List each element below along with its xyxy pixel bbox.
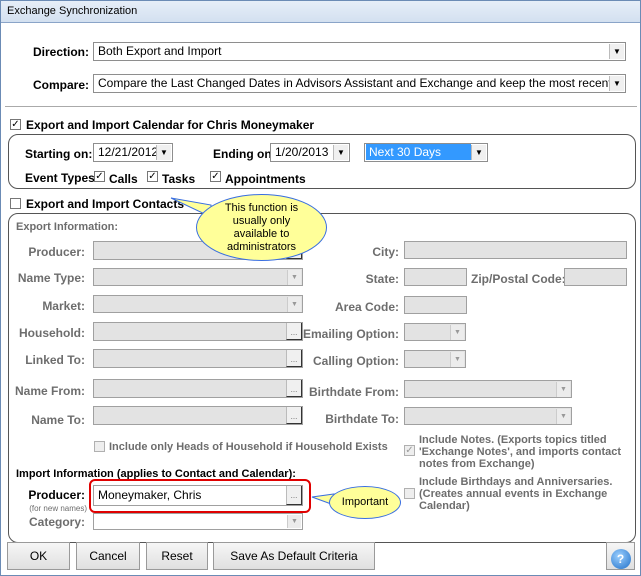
emailing-option-select: ▼: [404, 323, 466, 341]
name-from-field: ...: [93, 379, 303, 398]
market-label: Market:: [42, 299, 85, 313]
chevron-down-icon[interactable]: ▼: [609, 44, 624, 59]
name-to-field: ...: [93, 406, 303, 425]
market-select: ▼: [93, 295, 303, 313]
admin-callout: This function is usually only available …: [196, 194, 327, 261]
state-label: State:: [365, 272, 399, 286]
range-value: Next 30 Days: [366, 144, 471, 160]
calendar-checkbox-label: Export and Import Calendar for Chris Mon…: [26, 118, 315, 132]
ending-value: 1/20/2013: [275, 145, 329, 159]
browse-button[interactable]: ...: [286, 486, 302, 505]
calendar-checkbox[interactable]: ✓: [10, 119, 21, 130]
chevron-down-icon[interactable]: ▼: [471, 145, 486, 160]
chevron-down-icon[interactable]: ▼: [156, 145, 171, 160]
calling-option-label: Calling Option:: [313, 354, 399, 368]
compare-label: Compare:: [32, 78, 89, 92]
birthdate-to-label: Birthdate To:: [325, 412, 399, 426]
for-new-names-note: (for new names): [29, 504, 87, 513]
category-select[interactable]: ▼: [93, 513, 303, 530]
cancel-button[interactable]: Cancel: [76, 542, 140, 570]
starting-value: 12/21/2012: [98, 145, 159, 159]
event-types-label: Event Types:: [25, 171, 99, 185]
chevron-down-icon[interactable]: ▼: [609, 76, 624, 91]
birthdate-to-select: ▼: [404, 407, 572, 425]
chevron-down-icon: ▼: [287, 297, 301, 312]
include-birthdays-checkbox: [404, 488, 415, 499]
reset-button[interactable]: Reset: [146, 542, 208, 570]
import-producer-label: Producer:: [28, 488, 85, 502]
zip-label: Zip/Postal Code:: [471, 272, 566, 286]
contacts-checkbox[interactable]: [10, 198, 21, 209]
name-to-label: Name To:: [31, 413, 85, 427]
chevron-down-icon: ▼: [450, 325, 464, 340]
help-button[interactable]: ?: [606, 542, 635, 570]
save-default-button[interactable]: Save As Default Criteria: [213, 542, 375, 570]
birthdate-from-label: Birthdate From:: [309, 385, 399, 399]
import-producer-field[interactable]: Moneymaker, Chris...: [93, 485, 303, 506]
linked-to-label: Linked To:: [25, 353, 85, 367]
direction-label: Direction:: [32, 45, 89, 59]
heads-of-household-checkbox: [94, 441, 105, 452]
compare-value: Compare the Last Changed Dates in Adviso…: [98, 76, 612, 90]
help-icon: ?: [610, 549, 631, 569]
calls-label: Calls: [109, 172, 138, 186]
exchange-sync-dialog: Exchange Synchronization Direction: Both…: [0, 0, 641, 576]
tasks-label: Tasks: [162, 172, 196, 186]
direction-select[interactable]: Both Export and Import ▼: [93, 42, 626, 61]
area-code-label: Area Code:: [334, 300, 399, 314]
chevron-down-icon: ▼: [450, 352, 464, 367]
import-producer-value: Moneymaker, Chris: [98, 488, 202, 502]
appointments-checkbox[interactable]: ✓: [210, 171, 221, 182]
title-bar: Exchange Synchronization: [1, 1, 640, 23]
browse-icon: ...: [286, 380, 302, 397]
chevron-down-icon: ▼: [287, 270, 301, 285]
range-select[interactable]: Next 30 Days ▼: [364, 143, 488, 162]
browse-icon: ...: [286, 350, 302, 367]
calling-option-select: ▼: [404, 350, 466, 368]
producer-label: Producer:: [28, 245, 85, 259]
state-field: [404, 268, 467, 286]
compare-select[interactable]: Compare the Last Changed Dates in Adviso…: [93, 74, 626, 93]
zip-field: [564, 268, 627, 286]
name-type-label: Name Type:: [17, 271, 85, 285]
name-type-select: ▼: [93, 268, 303, 286]
household-label: Household:: [19, 326, 85, 340]
birthdate-from-select: ▼: [404, 380, 572, 398]
chevron-down-icon[interactable]: ▼: [287, 515, 301, 528]
contacts-checkbox-label: Export and Import Contacts: [26, 197, 185, 211]
export-info-heading: Export Information:: [16, 221, 119, 233]
starting-label: Starting on:: [25, 147, 93, 161]
ending-date[interactable]: 1/20/2013 ▼: [270, 143, 350, 162]
emailing-option-label: Emailing Option:: [303, 327, 399, 341]
starting-date[interactable]: 12/21/2012 ▼: [93, 143, 173, 162]
include-birthdays-label: Include Birthdays and Anniversaries. (Cr…: [419, 476, 613, 512]
appointments-label: Appointments: [225, 172, 306, 186]
chevron-down-icon: ▼: [556, 409, 570, 424]
chevron-down-icon: ▼: [556, 382, 570, 397]
name-from-label: Name From:: [14, 384, 85, 398]
city-label: City:: [372, 245, 399, 259]
separator: [5, 106, 637, 107]
household-field: ...: [93, 322, 303, 341]
chevron-down-icon[interactable]: ▼: [333, 145, 348, 160]
tasks-checkbox[interactable]: ✓: [147, 171, 158, 182]
browse-icon: ...: [286, 323, 302, 340]
linked-to-field: ...: [93, 349, 303, 368]
calls-checkbox[interactable]: ✓: [94, 171, 105, 182]
include-notes-label: Include Notes. (Exports topics titled 'E…: [419, 434, 622, 470]
include-notes-checkbox: ✓: [404, 445, 415, 456]
category-label: Category:: [28, 515, 85, 529]
heads-of-household-label: Include only Heads of Household if House…: [109, 441, 388, 453]
direction-value: Both Export and Import: [98, 44, 222, 58]
area-code-field: [404, 296, 467, 314]
city-field: [404, 241, 627, 259]
browse-icon: ...: [286, 407, 302, 424]
ending-label: Ending on:: [213, 147, 276, 161]
important-callout: Important: [329, 486, 401, 519]
ok-button[interactable]: OK: [7, 542, 70, 570]
